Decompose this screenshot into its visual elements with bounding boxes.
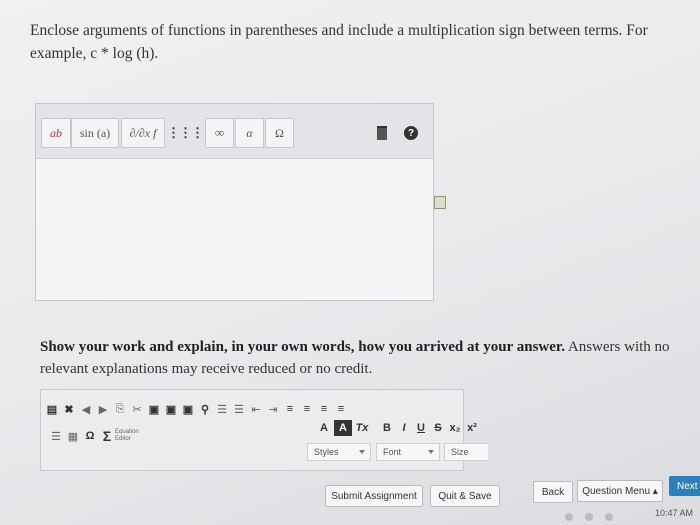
align-justify-icon[interactable]: ≡ bbox=[334, 401, 348, 417]
superscript-button[interactable]: ab bbox=[41, 118, 71, 148]
horizontal-line-icon[interactable]: ☰ bbox=[49, 428, 63, 444]
taskbar-icon[interactable] bbox=[605, 513, 613, 521]
bullet-list-icon[interactable]: ☰ bbox=[232, 401, 246, 417]
explanation-prompt: Show your work and explain, in your own … bbox=[40, 336, 680, 380]
special-char-icon[interactable]: Ω bbox=[83, 428, 97, 444]
sin-function-label: sin (a) bbox=[79, 125, 111, 140]
align-right-icon[interactable]: ≡ bbox=[317, 401, 331, 417]
omega-label: Ω bbox=[275, 125, 284, 140]
taskbar-icon[interactable] bbox=[585, 513, 593, 521]
matrix-icon: ⋮⋮⋮ bbox=[167, 125, 204, 140]
subscript-button[interactable]: x₂ bbox=[448, 420, 462, 436]
rte-toolbar-row-1: ▤ ✖ ◀ ▶ ⎘ ✂ ▣ ▣ ▣ ⚲ ☰ ☰ ⇤ ⇥ ≡ ≡ ≡ ≡ bbox=[45, 398, 351, 420]
alpha-button[interactable]: α bbox=[235, 118, 264, 148]
next-button[interactable]: Next bbox=[669, 476, 700, 496]
chevron-down-icon bbox=[428, 450, 434, 454]
back-label: Back bbox=[541, 486, 565, 498]
bold-button[interactable]: B bbox=[380, 420, 394, 436]
chevron-down-icon bbox=[359, 450, 365, 454]
styles-select-label: Styles bbox=[314, 447, 339, 457]
infinity-button[interactable]: ∞ bbox=[205, 118, 234, 148]
cut-icon[interactable]: ✂ bbox=[130, 401, 144, 417]
styles-select[interactable]: Styles bbox=[307, 443, 371, 461]
next-label: Next bbox=[677, 480, 698, 492]
paste-text-icon[interactable]: ▣ bbox=[164, 401, 178, 417]
align-center-icon[interactable]: ≡ bbox=[300, 401, 314, 417]
infinity-label: ∞ bbox=[214, 125, 225, 140]
italic-button[interactable]: I bbox=[397, 420, 411, 436]
quit-save-label: Quit & Save bbox=[438, 490, 492, 502]
question-menu-button[interactable]: Question Menu ▴ bbox=[577, 480, 663, 502]
sin-function-button[interactable]: sin (a) bbox=[71, 118, 119, 148]
math-toolbar: ab sin (a) ∂/∂x f ⋮⋮⋮ ∞ α Ω ? bbox=[36, 104, 433, 159]
source-icon[interactable]: ▤ bbox=[45, 401, 59, 417]
align-left-icon[interactable]: ≡ bbox=[283, 401, 297, 417]
size-select[interactable]: Size bbox=[444, 443, 488, 461]
rich-text-editor: ▤ ✖ ◀ ▶ ⎘ ✂ ▣ ▣ ▣ ⚲ ☰ ☰ ⇤ ⇥ ≡ ≡ ≡ ≡ ☰ ▦ … bbox=[40, 389, 488, 471]
numbered-list-icon[interactable]: ☰ bbox=[215, 401, 229, 417]
instruction-text: Enclose arguments of functions in parent… bbox=[30, 19, 680, 65]
help-icon: ? bbox=[404, 126, 418, 140]
indent-icon[interactable]: ⇥ bbox=[266, 401, 280, 417]
submit-assignment-label: Submit Assignment bbox=[331, 490, 417, 502]
instruction-line-2: example, c * log (h). bbox=[30, 42, 680, 65]
rte-toolbar-row-2: ☰ ▦ Ω Σ Equation Editor bbox=[49, 425, 144, 447]
equation-editor-label[interactable]: Equation Editor bbox=[115, 428, 141, 444]
instruction-example-suffix: . bbox=[154, 45, 159, 62]
underline-button[interactable]: U bbox=[414, 420, 428, 436]
font-select[interactable]: Font bbox=[376, 443, 440, 461]
partial-derivative-label: ∂/∂x f bbox=[129, 125, 157, 140]
outdent-icon[interactable]: ⇤ bbox=[249, 401, 263, 417]
table-icon[interactable]: ▦ bbox=[66, 428, 80, 444]
text-color-button[interactable]: A bbox=[317, 420, 331, 436]
find-icon[interactable]: ⚲ bbox=[198, 401, 212, 417]
remove-format-button[interactable]: Tx bbox=[355, 420, 369, 436]
delete-button[interactable] bbox=[372, 118, 392, 148]
instruction-example-prefix: example, bbox=[30, 45, 91, 62]
question-menu-label: Question Menu ▴ bbox=[582, 485, 658, 497]
font-select-label: Font bbox=[383, 447, 402, 457]
bg-color-button[interactable]: A bbox=[334, 420, 352, 436]
matrix-button[interactable]: ⋮⋮⋮ bbox=[167, 118, 204, 148]
submit-assignment-button[interactable]: Submit Assignment bbox=[325, 485, 423, 507]
sigma-icon[interactable]: Σ bbox=[100, 428, 114, 444]
taskbar-icon[interactable] bbox=[565, 513, 573, 521]
trash-icon bbox=[377, 126, 387, 140]
copy-icon[interactable]: ⎘ bbox=[113, 401, 127, 417]
quit-save-button[interactable]: Quit & Save bbox=[430, 485, 500, 507]
expand-icon[interactable] bbox=[434, 196, 446, 209]
strikethrough-button[interactable]: S bbox=[431, 420, 445, 436]
undo-icon[interactable]: ◀ bbox=[79, 401, 93, 417]
rte-format-row: A A Tx B I U S x₂ x² bbox=[317, 417, 482, 439]
math-answer-editor: ab sin (a) ∂/∂x f ⋮⋮⋮ ∞ α Ω ? bbox=[35, 103, 434, 301]
paste-word-icon[interactable]: ▣ bbox=[181, 401, 195, 417]
help-button[interactable]: ? bbox=[401, 118, 421, 148]
math-input-area[interactable] bbox=[36, 159, 433, 300]
size-select-label: Size bbox=[451, 447, 469, 457]
partial-derivative-button[interactable]: ∂/∂x f bbox=[121, 118, 165, 148]
alpha-label: α bbox=[246, 125, 253, 140]
redo-icon[interactable]: ▶ bbox=[96, 401, 110, 417]
taskbar-clock: 10:47 AM bbox=[655, 508, 694, 518]
paste-icon[interactable]: ▣ bbox=[147, 401, 161, 417]
back-button[interactable]: Back bbox=[533, 481, 573, 503]
superscript-format-button[interactable]: x² bbox=[465, 420, 479, 436]
instruction-example-math: c * log (h) bbox=[90, 45, 155, 62]
maximize-icon[interactable]: ✖ bbox=[62, 401, 76, 417]
omega-button[interactable]: Ω bbox=[265, 118, 294, 148]
superscript-label: ab bbox=[50, 125, 62, 140]
explanation-bold-text: Show your work and explain, in your own … bbox=[40, 339, 565, 355]
assignment-page: Enclose arguments of functions in parent… bbox=[0, 0, 700, 525]
instruction-line-1: Enclose arguments of functions in parent… bbox=[30, 22, 648, 39]
